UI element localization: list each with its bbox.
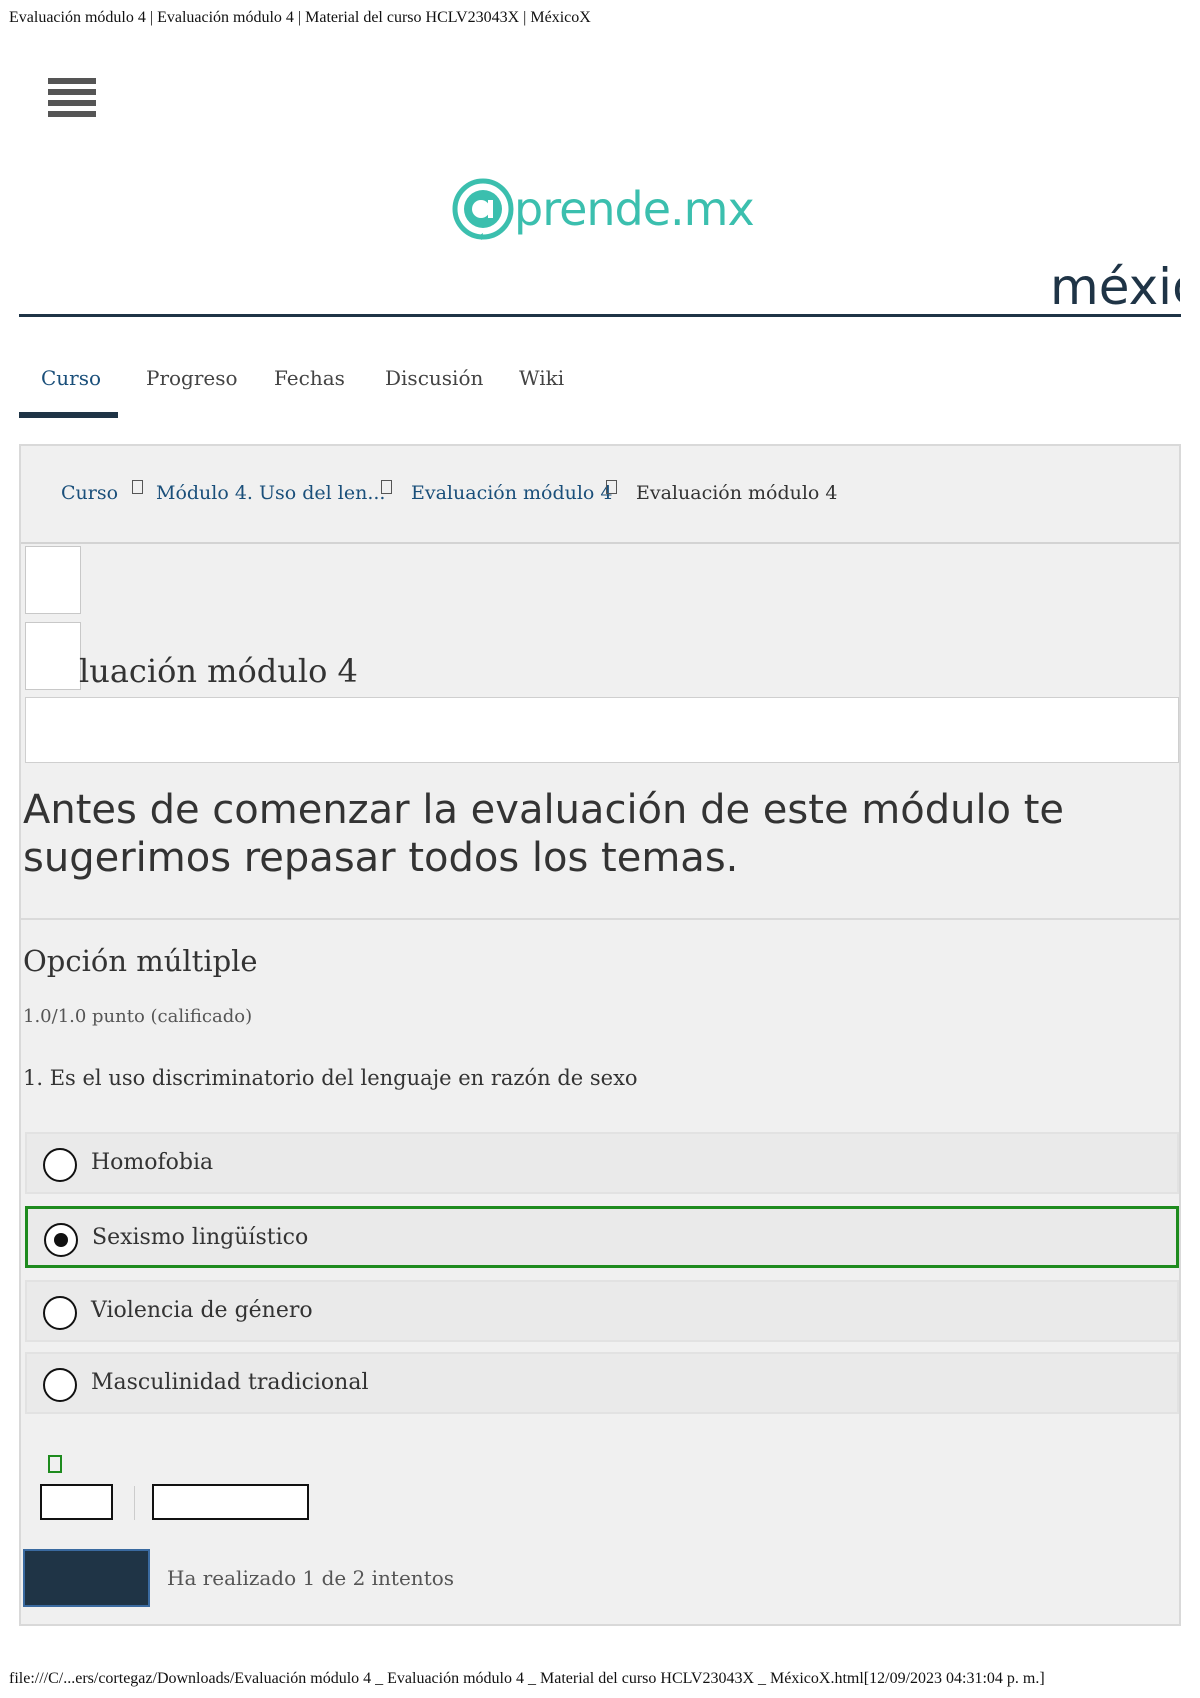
chevron-right-icon (606, 480, 617, 494)
breadcrumb-modulo[interactable]: Módulo 4. Uso del len... (156, 482, 385, 504)
answer-option[interactable]: Violencia de género (25, 1280, 1179, 1342)
option-label: Homofobia (91, 1150, 214, 1175)
chevron-right-icon (132, 480, 143, 494)
answer-option-selected[interactable]: Sexismo lingüístico (25, 1206, 1179, 1268)
tab-wiki[interactable]: Wiki (519, 366, 564, 390)
answer-option[interactable]: Homofobia (25, 1132, 1179, 1194)
problem-type: Opción múltiple (23, 944, 258, 978)
aprende-logo[interactable]: prende.mx (450, 172, 755, 246)
breadcrumb-curso[interactable]: Curso (61, 482, 118, 504)
answer-option[interactable]: Masculinidad tradicional (25, 1352, 1179, 1414)
show-answer-button[interactable] (152, 1484, 309, 1520)
tab-discusion[interactable]: Discusión (385, 366, 483, 390)
chevron-right-icon (381, 480, 392, 494)
correct-check-icon (48, 1455, 62, 1473)
tab-fechas[interactable]: Fechas (274, 366, 345, 390)
header-divider (19, 314, 1181, 317)
divider (21, 542, 1179, 544)
radio-button[interactable] (43, 1296, 77, 1330)
sequence-bar (25, 697, 1179, 763)
tab-curso[interactable]: Curso (41, 366, 101, 390)
print-footer: file:///C/...ers/cortegaz/Downloads/Eval… (9, 1670, 1045, 1687)
intro-text: Antes de comenzar la evaluación de este … (23, 787, 1065, 881)
menu-icon[interactable] (48, 78, 96, 118)
divider (21, 918, 1179, 920)
mexicox-logo: méxic (1050, 258, 1180, 316)
button-divider (134, 1486, 135, 1520)
unit-title: luación módulo 4 (79, 652, 358, 690)
active-tab-indicator (19, 412, 118, 418)
question-text: 1. Es el uso discriminatorio del lenguaj… (23, 1066, 638, 1090)
course-content: Curso Módulo 4. Uso del len... Evaluació… (19, 444, 1181, 1626)
course-tabs: Curso Progreso Fechas Discusión Wiki (19, 350, 719, 420)
radio-button-checked[interactable] (44, 1223, 78, 1257)
previous-unit-button[interactable] (25, 546, 81, 614)
attempts-text: Ha realizado 1 de 2 intentos (167, 1566, 455, 1590)
radio-button[interactable] (43, 1148, 77, 1182)
tab-progreso[interactable]: Progreso (146, 366, 238, 390)
submit-button[interactable] (23, 1549, 150, 1607)
problem-points: 1.0/1.0 punto (calificado) (23, 1006, 253, 1027)
option-label: Sexismo lingüístico (92, 1225, 309, 1250)
radio-button[interactable] (43, 1368, 77, 1402)
print-header: Evaluación módulo 4 | Evaluación módulo … (9, 9, 591, 26)
next-unit-button[interactable] (25, 622, 81, 690)
save-button[interactable] (40, 1484, 113, 1520)
option-label: Violencia de género (91, 1298, 313, 1323)
option-label: Masculinidad tradicional (91, 1370, 369, 1395)
breadcrumb-evaluacion[interactable]: Evaluación módulo 4 (411, 482, 613, 504)
logo-text: prende.mx (514, 182, 755, 236)
breadcrumb-current: Evaluación módulo 4 (636, 482, 838, 504)
at-sign-logo-icon (452, 178, 514, 240)
